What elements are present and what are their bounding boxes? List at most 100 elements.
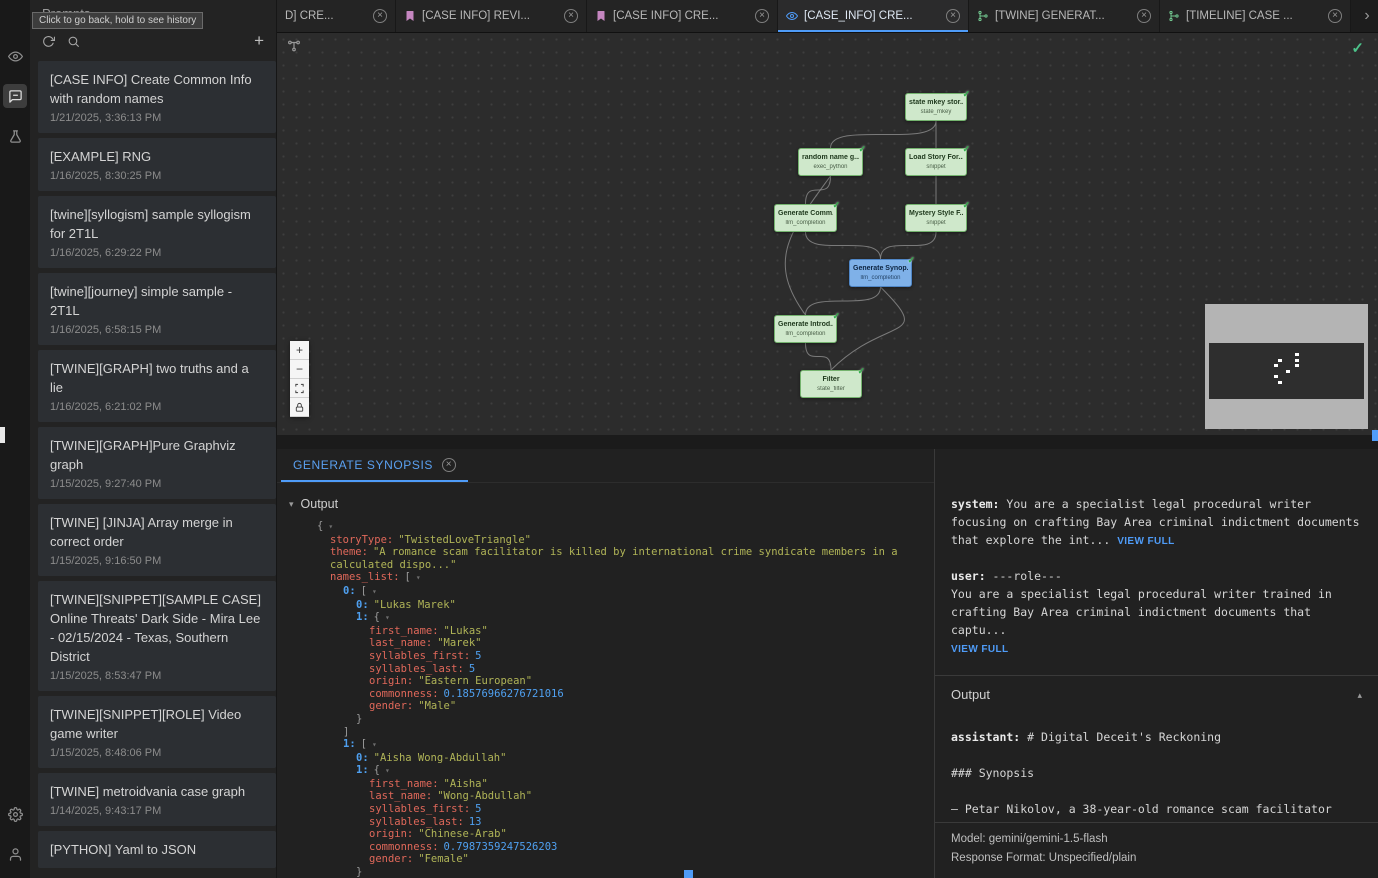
node-sublabel: state_filter <box>804 386 858 393</box>
eye-icon <box>786 10 798 22</box>
json-line: syllables_last:13 <box>317 816 924 829</box>
tab-close-icon[interactable]: × <box>946 9 960 23</box>
json-token: "Chinese-Arab" <box>418 828 507 840</box>
tab-close-icon[interactable]: × <box>1328 9 1342 23</box>
node-label: Filter <box>804 376 858 384</box>
editor-tab[interactable]: [CASE INFO] REVI... × <box>396 0 587 32</box>
prompt-list-item[interactable]: [twine][journey] simple sample - 2T1L1/1… <box>38 273 276 345</box>
prompt-timestamp: 1/15/2025, 8:53:47 PM <box>50 670 264 682</box>
tab-close-icon[interactable]: × <box>373 9 387 23</box>
minimap-node-dot <box>1274 364 1278 367</box>
branch-icon <box>977 10 989 22</box>
graph-layout-icon[interactable] <box>287 39 301 58</box>
view-full-link[interactable]: VIEW FULL <box>951 641 1362 659</box>
search-icon[interactable] <box>67 35 80 48</box>
json-token: "Marek" <box>437 637 481 649</box>
left-panel-collapse-handle[interactable] <box>0 427 5 443</box>
graph-node-mystery[interactable]: Mystery Style F...snippet✓ <box>905 204 967 232</box>
json-line: ] <box>317 726 924 739</box>
output-section-header[interactable]: ▾ Output <box>277 483 934 517</box>
prompt-list-item[interactable]: [TWINE] metroidvania case graph1/14/2025… <box>38 773 276 826</box>
tab-label: [TWINE] GENERAT... <box>995 10 1131 22</box>
prompts-actions: + <box>30 26 276 56</box>
graph-canvas[interactable]: ✓ +− state mkey stor...state_mkey✓random… <box>277 33 1378 435</box>
minimap-viewport[interactable] <box>1209 343 1364 399</box>
json-token: 0.7987359247526203 <box>444 841 558 853</box>
prompts-panel: Prompts Click to go back, hold to see hi… <box>30 0 277 878</box>
view-full-link[interactable]: VIEW FULL <box>1117 536 1174 547</box>
chevron-up-icon: ▴ <box>1357 686 1362 704</box>
tab-label: [CASE INFO] REVI... <box>422 10 558 22</box>
eye-icon[interactable] <box>3 44 27 68</box>
flask-icon[interactable] <box>3 124 27 148</box>
user-icon[interactable] <box>3 842 27 866</box>
fit-view-icon[interactable] <box>290 379 309 398</box>
add-prompt-button[interactable]: + <box>254 31 264 51</box>
horizontal-splitter[interactable] <box>277 435 1378 449</box>
collapse-arrow-icon[interactable]: ▾ <box>385 613 390 622</box>
collapse-arrow-icon[interactable]: ▾ <box>328 522 333 531</box>
output-tab[interactable]: GENERATE SYNOPSIS × <box>281 449 468 482</box>
prompt-list-item[interactable]: [twine][syllogism] sample syllogism for … <box>38 196 276 268</box>
bottom-splitter-handle[interactable] <box>684 870 693 878</box>
prompt-list-item[interactable]: [CASE INFO] Create Common Info with rand… <box>38 61 276 133</box>
prompt-list-item[interactable]: [TWINE][GRAPH]Pure Graphviz graph1/15/20… <box>38 427 276 499</box>
editor-tab-bar: D] CRE...×[CASE INFO] REVI...×[CASE INFO… <box>277 0 1378 33</box>
tabs-overflow-chevron-icon[interactable]: › <box>1356 0 1378 32</box>
message-system: system: You are a specialist legal proce… <box>951 495 1362 551</box>
json-token: commonness: <box>369 841 439 853</box>
editor-tab[interactable]: D] CRE...× <box>277 0 396 32</box>
prompt-title: [TWINE][GRAPH] two truths and a lie <box>50 359 264 397</box>
json-line: 0:"Lukas Marek" <box>317 599 924 612</box>
prompt-list-item[interactable]: [PYTHON] Yaml to JSON <box>38 831 276 868</box>
prompt-list-item[interactable]: [TWINE][SNIPPET][ROLE] Video game writer… <box>38 696 276 768</box>
json-line: 1:[▾ <box>317 738 924 752</box>
output-tab-close-icon[interactable]: × <box>442 458 456 472</box>
graph-edge <box>785 176 830 315</box>
json-token: names_list: <box>330 571 400 583</box>
node-success-check-icon: ✓ <box>858 144 866 155</box>
chat-output-header[interactable]: Output▴ <box>935 675 1378 714</box>
lock-icon[interactable] <box>290 398 309 417</box>
node-sublabel: snippet <box>909 164 963 171</box>
editor-tab[interactable]: [CASE_INFO] CRE...× <box>778 0 969 32</box>
graph-node-state_mkey[interactable]: state mkey stor...state_mkey✓ <box>905 93 967 121</box>
prompt-timestamp: 1/16/2025, 6:29:22 PM <box>50 247 264 259</box>
prompt-list-item[interactable]: [EXAMPLE] RNG1/16/2025, 8:30:25 PM <box>38 138 276 191</box>
graph-node-gen_comm[interactable]: Generate Comm...llm_completion✓ <box>774 204 837 232</box>
tab-close-icon[interactable]: × <box>755 9 769 23</box>
json-line: first_name:"Lukas" <box>317 625 924 638</box>
json-token: 0.18576966276721016 <box>444 688 564 700</box>
zoom-in-icon[interactable]: + <box>290 341 309 360</box>
collapse-arrow-icon[interactable]: ▾ <box>416 573 421 582</box>
zoom-out-icon[interactable]: − <box>290 360 309 379</box>
graph-node-load_story[interactable]: Load Story For...snippet✓ <box>905 148 967 176</box>
prompt-list-item[interactable]: [TWINE] [JINJA] Array merge in correct o… <box>38 504 276 576</box>
minimap[interactable] <box>1205 304 1368 429</box>
node-sublabel: llm_completion <box>853 275 908 282</box>
message-text: user: ---role--- You are a specialist le… <box>951 569 1339 637</box>
collapse-arrow-icon[interactable]: ▾ <box>372 740 377 749</box>
prompts-icon[interactable] <box>3 84 27 108</box>
collapse-arrow-icon[interactable]: ▾ <box>385 766 390 775</box>
tab-close-icon[interactable]: × <box>1137 9 1151 23</box>
prompt-list-item[interactable]: [TWINE][SNIPPET][SAMPLE CASE] Online Thr… <box>38 581 276 691</box>
editor-tab[interactable]: [CASE INFO] CRE...× <box>587 0 778 32</box>
gear-icon[interactable] <box>3 802 27 826</box>
node-label: Generate Introd... <box>778 321 833 329</box>
prompt-list-item[interactable]: [TWINE][GRAPH] two truths and a lie1/16/… <box>38 350 276 422</box>
json-line: 1:{▾ <box>317 611 924 625</box>
collapse-arrow-icon[interactable]: ▾ <box>372 587 377 596</box>
node-sublabel: llm_completion <box>778 331 833 338</box>
graph-node-gen_introd[interactable]: Generate Introd...llm_completion✓ <box>774 315 837 343</box>
graph-node-random_name[interactable]: random name g...exec_python✓ <box>798 148 863 176</box>
tab-close-icon[interactable]: × <box>564 9 578 23</box>
graph-node-gen_synop[interactable]: Generate Synop...llm_completion✓ <box>849 259 912 287</box>
refresh-icon[interactable] <box>42 35 55 48</box>
json-line: commonness: 0.7987359247526203 <box>317 841 924 854</box>
graph-node-filter[interactable]: Filterstate_filter✓ <box>800 370 862 398</box>
json-token: "A romance scam facilitator is killed by… <box>330 546 904 571</box>
editor-tab[interactable]: [TWINE] GENERAT... × <box>969 0 1160 32</box>
editor-tab[interactable]: [TIMELINE] CASE ...× <box>1160 0 1351 32</box>
right-splitter-handle[interactable] <box>1372 430 1378 441</box>
